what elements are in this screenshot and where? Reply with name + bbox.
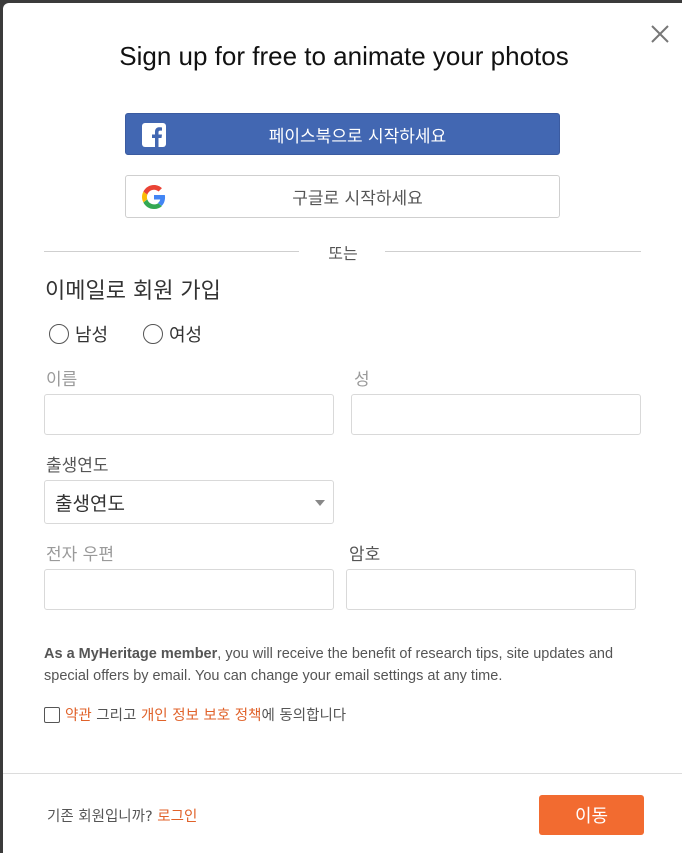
divider-left	[44, 251, 299, 252]
agreement-and: 그리고	[91, 708, 141, 724]
email-input[interactable]	[44, 569, 334, 610]
submit-button[interactable]: 이동	[539, 795, 644, 835]
login-link[interactable]: 로그인	[157, 809, 197, 825]
notice-bold: As a MyHeritage member	[44, 646, 218, 662]
terms-checkbox[interactable]	[44, 706, 60, 723]
gender-female-label: 여성	[169, 325, 203, 346]
footer-divider	[3, 773, 682, 774]
facebook-signup-button[interactable]: 페이스북으로 시작하세요	[125, 113, 560, 155]
modal-title: Sign up for free to animate your photos	[119, 41, 569, 71]
existing-member-text: 기존 회원입니까? 로그인	[47, 805, 197, 826]
first-name-label: 이름	[46, 370, 78, 390]
email-label: 전자 우편	[46, 545, 114, 565]
signup-modal: Sign up for free to animate your photos …	[3, 3, 682, 853]
password-label: 암호	[349, 545, 381, 565]
birth-year-select[interactable]: 출생연도	[44, 480, 334, 524]
email-notice: As a MyHeritage member, you will receive…	[44, 643, 644, 687]
radio-circle[interactable]	[49, 324, 69, 344]
radio-circle[interactable]	[143, 324, 163, 344]
google-signup-label: 구글로 시작하세요	[292, 189, 423, 209]
last-name-label: 성	[354, 370, 370, 390]
birth-year-label: 출생연도	[46, 456, 109, 476]
email-signup-title: 이메일로 회원 가입	[45, 279, 221, 304]
google-signup-button[interactable]: 구글로 시작하세요	[125, 175, 560, 218]
terms-link[interactable]: 약관	[65, 704, 92, 725]
chevron-down-icon	[315, 500, 325, 506]
first-name-input[interactable]	[44, 394, 334, 435]
privacy-policy-link[interactable]: 개인 정보 보호 정책	[141, 704, 262, 725]
birth-year-value: 출생연도	[55, 492, 125, 515]
gender-female-radio[interactable]: 여성	[143, 321, 202, 347]
divider-text: 또는	[328, 244, 358, 263]
gender-male-label: 남성	[75, 325, 109, 346]
gender-male-radio[interactable]: 남성	[49, 321, 108, 347]
google-icon	[142, 185, 166, 209]
last-name-input[interactable]	[351, 394, 641, 435]
divider-right	[385, 251, 641, 252]
password-input[interactable]	[346, 569, 636, 610]
facebook-icon	[142, 123, 166, 147]
facebook-signup-label: 페이스북으로 시작하세요	[268, 126, 447, 147]
agreement-suffix: 에 동의합니다	[261, 708, 347, 724]
terms-agreement: 약관 그리고 개인 정보 보호 정책 에 동의합니다	[44, 704, 346, 725]
existing-member-label: 기존 회원입니까?	[47, 809, 158, 825]
